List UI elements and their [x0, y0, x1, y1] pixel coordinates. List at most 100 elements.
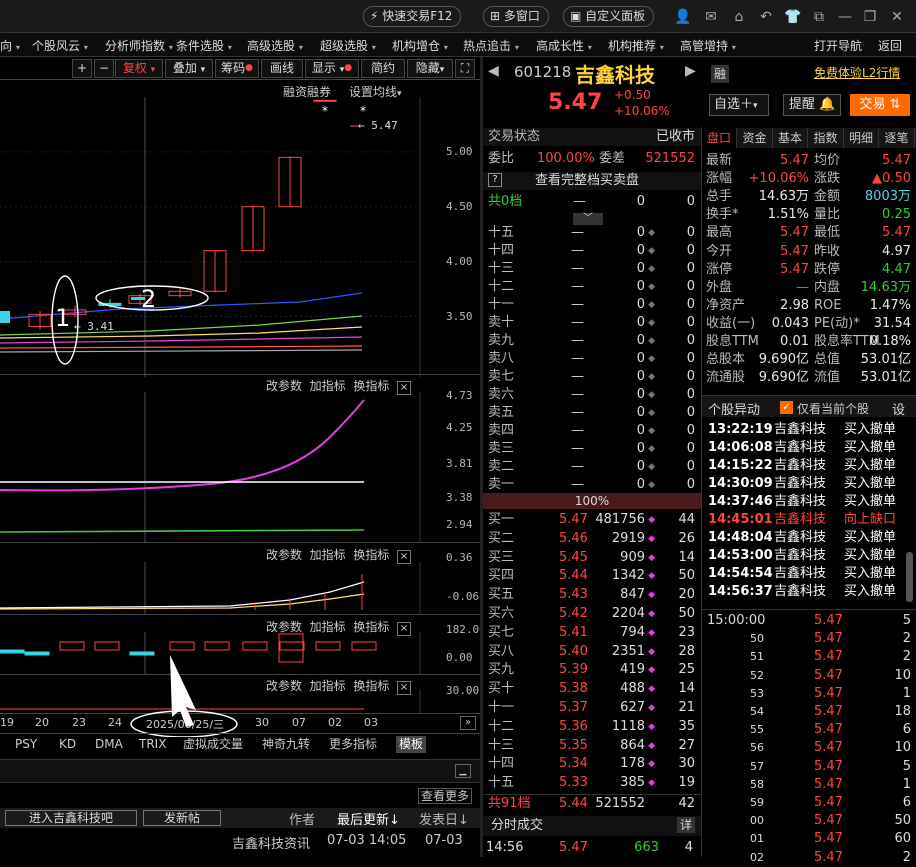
new-post-button[interactable]: 发新帖: [143, 810, 221, 826]
ask-level-row[interactable]: 卖八 — 0 ◆ 0: [483, 350, 701, 368]
only-current-checkbox[interactable]: ✓: [780, 401, 793, 414]
menu-item-8[interactable]: 高成长性 ▾: [536, 37, 592, 54]
bid-level-row[interactable]: 买七 5.41 794 ◆ 23: [483, 624, 701, 642]
custom-panel-button[interactable]: ▣ 自定义面板: [563, 6, 655, 27]
anomaly-row[interactable]: 14:54:54 吉鑫科技 买入撤单: [702, 565, 916, 583]
bid-level-row[interactable]: 十二 5.36 1118 ◆ 35: [483, 718, 701, 736]
draw-line-button[interactable]: 画线: [261, 59, 303, 78]
add-indicator-button[interactable]: 加指标: [310, 548, 346, 562]
change-params-button[interactable]: 改参数: [266, 379, 302, 393]
menu-item-5[interactable]: 超级选股 ▾: [320, 37, 376, 54]
bid-level-row[interactable]: 买五 5.43 847 ◆ 20: [483, 586, 701, 604]
view-more-button[interactable]: 查看更多: [418, 788, 473, 804]
next-stock-icon[interactable]: ▶: [685, 63, 696, 79]
zoom-out-button[interactable]: −: [94, 59, 114, 78]
bid-level-row[interactable]: 买二 5.46 2919 ◆ 26: [483, 530, 701, 548]
bid-level-row[interactable]: 买十 5.38 488 ◆ 14: [483, 680, 701, 698]
bid-level-row[interactable]: 买九 5.39 419 ◆ 25: [483, 661, 701, 679]
ask-level-row[interactable]: 卖五 — 0 ◆ 0: [483, 404, 701, 422]
info-tab-3[interactable]: 指数: [809, 128, 844, 148]
swap-indicator-button[interactable]: 换指标: [353, 548, 389, 562]
simple-mode-button[interactable]: 简约: [361, 59, 405, 78]
menu-item-1[interactable]: 个股风云 ▾: [32, 37, 88, 54]
scroll-right-icon[interactable]: »: [460, 716, 476, 730]
bid-level-row[interactable]: 买八 5.40 2351 ◆ 28: [483, 643, 701, 661]
menu-item-4[interactable]: 高级选股 ▾: [247, 37, 303, 54]
only-current-label[interactable]: 仅看当前个股: [797, 400, 869, 417]
alert-button[interactable]: 提醒 🔔: [783, 94, 841, 116]
collapse-icon[interactable]: ▁: [455, 764, 471, 778]
trade-button[interactable]: 交易 ⇅: [850, 94, 910, 116]
ask-level-row[interactable]: 卖三 — 0 ◆ 0: [483, 440, 701, 458]
menu-item-6[interactable]: 机构增仓 ▾: [392, 37, 448, 54]
ask-level-row[interactable]: 十五 — 0 ◆ 0: [483, 224, 701, 242]
zoom-in-button[interactable]: +: [72, 59, 92, 78]
ask-level-row[interactable]: 十四 — 0 ◆ 0: [483, 242, 701, 260]
multi-window-button[interactable]: ⊞ 多窗口: [483, 6, 549, 27]
bid-level-row[interactable]: 十四 5.34 178 ◆ 30: [483, 755, 701, 773]
user-icon[interactable]: 👤: [674, 8, 692, 26]
minimize-icon[interactable]: —: [836, 8, 854, 26]
back-button[interactable]: 返回: [878, 37, 902, 54]
price-chart[interactable]: * *: [0, 97, 480, 377]
full-depth-link[interactable]: 查看完整档买卖盘: [535, 172, 639, 190]
menu-item-9[interactable]: 机构推荐 ▾: [608, 37, 664, 54]
full-depth-row[interactable]: ? 查看完整档买卖盘: [483, 172, 701, 190]
hide-button[interactable]: 隐藏▾: [407, 59, 453, 78]
quick-trade-button[interactable]: ⚡ 快速交易F12: [363, 6, 462, 27]
close-icon[interactable]: ✕: [888, 8, 906, 26]
ask-level-row[interactable]: 卖七 — 0 ◆ 0: [483, 368, 701, 386]
news-row[interactable]: 吉鑫科技资讯 07-03 14:05 07-03: [0, 832, 480, 852]
anomaly-scrollbar[interactable]: [906, 552, 913, 602]
indicator-tab-2[interactable]: DMA: [92, 736, 126, 753]
anomaly-row[interactable]: 14:53:00 吉鑫科技 买入撤单: [702, 547, 916, 565]
ask-level-row[interactable]: 十一 — 0 ◆ 0: [483, 296, 701, 314]
anomaly-row[interactable]: 14:37:46 吉鑫科技 买入撤单: [702, 493, 916, 511]
skin-icon[interactable]: 👕: [784, 8, 802, 26]
bid-level-row[interactable]: 十一 5.37 627 ◆ 21: [483, 699, 701, 717]
info-tab-0[interactable]: 盘口: [702, 128, 737, 148]
indicator-tab-7[interactable]: 模板: [396, 736, 427, 753]
watchlist-button[interactable]: 自选＋▾: [709, 94, 769, 116]
indicator-tab-3[interactable]: TRIX: [136, 736, 169, 753]
anomaly-row[interactable]: 14:45:01 吉鑫科技 向上缺口: [702, 511, 916, 529]
change-params-button[interactable]: 改参数: [266, 548, 302, 562]
add-indicator-button[interactable]: 加指标: [310, 379, 346, 393]
restore-rights-button[interactable]: 复权 ▾: [115, 59, 163, 78]
l2-trial-link[interactable]: 免费体验L2行情: [814, 64, 900, 81]
detail-button[interactable]: 详: [677, 817, 695, 833]
kline-chart-area[interactable]: + − 复权 ▾ 叠加 ▾ 筹码● 画线 显示 ▾● 简约 隐藏▾ ⛶ 融资融券…: [0, 57, 486, 857]
author-column-header[interactable]: 作者: [289, 809, 315, 828]
swap-indicator-button[interactable]: 换指标: [353, 379, 389, 393]
bid-level-row[interactable]: 买四 5.44 1342 ◆ 50: [483, 567, 701, 585]
bid-level-row[interactable]: 买六 5.42 2204 ◆ 50: [483, 605, 701, 623]
info-tab-1[interactable]: 资金: [738, 128, 773, 148]
bid-level-row[interactable]: 买三 5.45 909 ◆ 14: [483, 549, 701, 567]
info-tab-4[interactable]: 明细: [844, 128, 879, 148]
anomaly-row[interactable]: 13:22:19 吉鑫科技 买入撤单: [702, 421, 916, 439]
enter-forum-button[interactable]: 进入吉鑫科技吧: [5, 810, 137, 826]
indicator-tab-4[interactable]: 虚拟成交量: [180, 736, 246, 753]
indicator-panel-4[interactable]: [0, 632, 480, 674]
indicator-panel-2[interactable]: [0, 392, 480, 542]
anomaly-row[interactable]: 14:30:09 吉鑫科技 买入撤单: [702, 475, 916, 493]
ask-level-row[interactable]: 卖六 — 0 ◆ 0: [483, 386, 701, 404]
anomaly-row[interactable]: 14:06:08 吉鑫科技 买入撤单: [702, 439, 916, 457]
restore-window-icon[interactable]: ⧉: [810, 8, 828, 26]
news-title[interactable]: 吉鑫科技资讯: [232, 833, 310, 852]
ask-level-row[interactable]: 卖一 — 0 ◆ 0: [483, 476, 701, 494]
ask-level-row[interactable]: 十二 — 0 ◆ 0: [483, 278, 701, 296]
info-tab-5[interactable]: 逐笔: [880, 128, 915, 148]
info-tab-2[interactable]: 基本: [773, 128, 808, 148]
menu-item-3[interactable]: 条件选股 ▾: [176, 37, 232, 54]
mail-icon[interactable]: ✉: [702, 8, 720, 26]
help-icon[interactable]: ?: [488, 173, 502, 187]
open-nav-button[interactable]: 打开导航: [814, 37, 862, 54]
indicator-panel-5[interactable]: [0, 689, 480, 713]
bid-level-row[interactable]: 十三 5.35 864 ◆ 27: [483, 737, 701, 755]
undo-icon[interactable]: ↶: [757, 8, 775, 26]
indicator-panel-3[interactable]: [0, 562, 480, 614]
home-icon[interactable]: ⌂: [730, 8, 748, 26]
menu-item-7[interactable]: 热点追击 ▾: [463, 37, 519, 54]
anomaly-row[interactable]: 14:56:37 吉鑫科技 买入撤单: [702, 583, 916, 601]
